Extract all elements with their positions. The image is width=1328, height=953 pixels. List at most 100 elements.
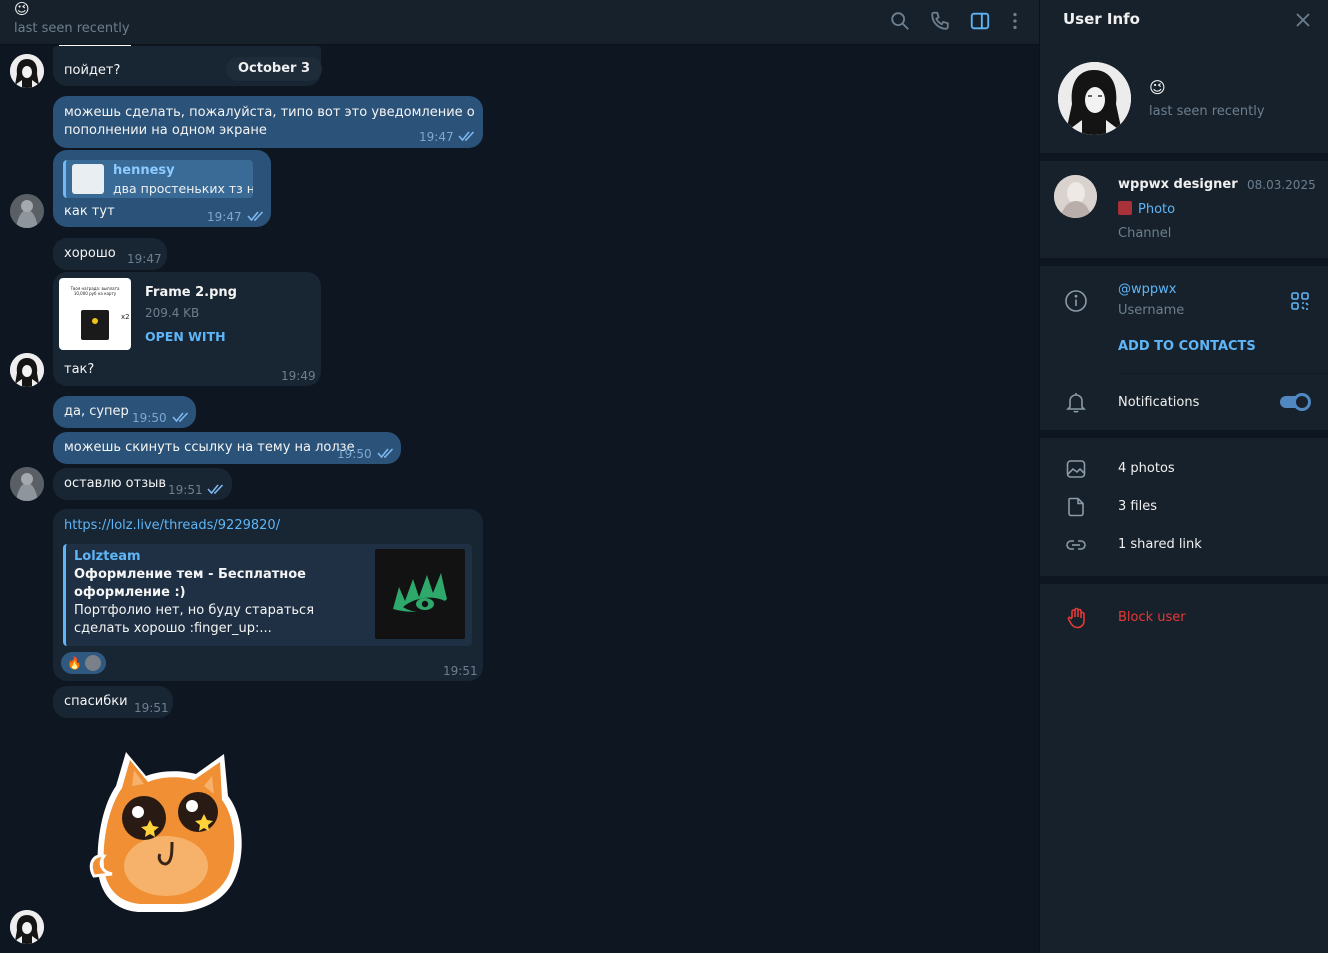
message-link[interactable]: https://lolz.live/threads/9229820/ bbox=[64, 517, 280, 535]
qr-code-icon[interactable] bbox=[1288, 289, 1312, 313]
sidebar-toggle-icon[interactable] bbox=[969, 10, 991, 32]
message-bubble-in[interactable]: оставлю отзыв 19:51 bbox=[53, 468, 232, 500]
message-text: хорошо bbox=[64, 246, 116, 261]
message-bubble-out[interactable]: hennesy два простеньких тз н... как тут … bbox=[53, 150, 271, 227]
photo-icon bbox=[1064, 457, 1088, 481]
file-name: Frame 2.png bbox=[145, 285, 237, 300]
message-text-line2: пополнении на одном экране bbox=[64, 123, 267, 138]
close-icon[interactable] bbox=[1294, 11, 1312, 29]
row-divider bbox=[1118, 373, 1328, 374]
avatar[interactable] bbox=[10, 353, 44, 387]
avatar[interactable] bbox=[10, 194, 44, 228]
shared-files-link[interactable]: 3 files bbox=[1118, 499, 1157, 514]
chat-area: 😉 last seen recently пойдет? October 3 м… bbox=[0, 0, 1039, 953]
date-separator: October 3 bbox=[226, 57, 323, 81]
message-time: 19:50 bbox=[337, 447, 372, 461]
shared-links-link[interactable]: 1 shared link bbox=[1118, 537, 1202, 552]
read-ticks-icon bbox=[377, 447, 395, 459]
reactor-avatar bbox=[85, 655, 101, 671]
message-text: как тут bbox=[64, 204, 115, 219]
section-divider bbox=[1040, 153, 1328, 161]
channel-last-message-text: Photo bbox=[1138, 202, 1176, 217]
link-preview-description: Портфолио нет, но буду стараться сделать… bbox=[74, 603, 315, 636]
file-thumb-text: Твоя награда: выплата 10,000 руб на карт… bbox=[70, 286, 120, 296]
message-time: 19:47 bbox=[127, 252, 162, 266]
message-text: спасибки bbox=[64, 694, 128, 709]
message-text: пойдет? bbox=[64, 63, 121, 78]
reply-author: hennesy bbox=[113, 163, 175, 178]
fire-reaction: 🔥 bbox=[67, 656, 82, 670]
shared-photos-link[interactable]: 4 photos bbox=[1118, 461, 1175, 476]
reply-thumbnail bbox=[72, 164, 104, 194]
header-emoji: 😉 bbox=[14, 0, 30, 18]
block-hand-icon bbox=[1064, 606, 1088, 630]
channel-type: Channel bbox=[1118, 226, 1172, 241]
message-time: 19:49 bbox=[281, 369, 316, 383]
section-divider bbox=[1040, 258, 1328, 266]
channel-date: 08.03.2025 bbox=[1247, 178, 1316, 192]
message-bubble-in[interactable]: спасибки 19:51 bbox=[53, 686, 173, 718]
reply-text: два простеньких тз н... bbox=[113, 181, 253, 196]
reaction-pill[interactable]: 🔥 bbox=[61, 652, 106, 674]
channel-avatar[interactable] bbox=[1054, 175, 1097, 218]
message-bubble-out[interactable]: можешь сделать, пожалуйста, типо вот это… bbox=[53, 96, 483, 148]
more-vert-icon[interactable] bbox=[1004, 10, 1026, 32]
reply-quote[interactable]: hennesy два простеньких тз н... bbox=[63, 160, 253, 198]
section-divider bbox=[1040, 430, 1328, 438]
bell-icon bbox=[1064, 390, 1088, 414]
message-text: оставлю отзыв bbox=[64, 476, 167, 491]
message-text: можешь скинуть ссылку на тему на лолзе bbox=[64, 440, 355, 455]
header-status: last seen recently bbox=[14, 21, 130, 36]
link-preview-title: Оформление тем - Бесплатное оформление :… bbox=[74, 567, 306, 600]
user-info-panel: User Info 😉 last seen recently wppwx des… bbox=[1039, 0, 1328, 953]
notifications-toggle[interactable] bbox=[1280, 393, 1311, 411]
message-bubble-in[interactable]: Твоя награда: выплата 10,000 руб на карт… bbox=[53, 272, 321, 386]
message-bubble-out[interactable]: да, супер 19:50 bbox=[53, 396, 196, 428]
block-user-button[interactable]: Block user bbox=[1118, 610, 1186, 625]
phone-icon[interactable] bbox=[929, 10, 951, 32]
message-time: 19:47 bbox=[419, 130, 454, 144]
link-preview-site: Lolzteam bbox=[74, 549, 141, 564]
profile-avatar[interactable] bbox=[1058, 62, 1131, 135]
message-text: так? bbox=[64, 362, 95, 377]
file-icon bbox=[1064, 495, 1088, 519]
profile-emoji: 😉 bbox=[1149, 78, 1166, 97]
search-icon[interactable] bbox=[889, 10, 911, 32]
file-thumbnail[interactable]: Твоя награда: выплата 10,000 руб на карт… bbox=[59, 278, 131, 350]
message-time: 19:47 bbox=[207, 210, 242, 224]
read-ticks-icon bbox=[207, 483, 225, 495]
open-with-button[interactable]: OPEN WITH bbox=[145, 328, 226, 346]
profile-status: last seen recently bbox=[1149, 104, 1265, 119]
info-icon bbox=[1064, 289, 1088, 313]
section-divider bbox=[1040, 576, 1328, 584]
notifications-label: Notifications bbox=[1118, 395, 1200, 410]
message-time: 19:50 bbox=[132, 411, 167, 425]
link-preview-image bbox=[375, 549, 465, 639]
message-time: 19:51 bbox=[168, 483, 203, 497]
message-time: 19:51 bbox=[443, 664, 478, 678]
read-ticks-icon bbox=[247, 210, 265, 222]
file-thumb-phone bbox=[81, 310, 109, 340]
username-value[interactable]: @wppwx bbox=[1118, 282, 1176, 297]
channel-last-message: Photo bbox=[1118, 201, 1175, 217]
username-caption: Username bbox=[1118, 303, 1185, 318]
chat-header[interactable]: 😉 last seen recently bbox=[0, 0, 1039, 45]
add-to-contacts-button[interactable]: ADD TO CONTACTS bbox=[1118, 339, 1256, 354]
photo-thumbnail bbox=[1118, 201, 1132, 215]
avatar[interactable] bbox=[10, 910, 44, 944]
read-ticks-icon bbox=[458, 130, 476, 142]
file-thumb-badge: x2 bbox=[121, 313, 130, 321]
channel-name[interactable]: wppwx designer bbox=[1118, 177, 1238, 192]
cat-sticker[interactable] bbox=[86, 746, 246, 916]
avatar[interactable] bbox=[10, 54, 44, 88]
link-icon bbox=[1064, 533, 1088, 557]
lolzteam-logo bbox=[393, 573, 447, 612]
panel-title: User Info bbox=[1063, 10, 1140, 28]
message-bubble-in[interactable]: https://lolz.live/threads/9229820/ Lolzt… bbox=[53, 509, 483, 681]
message-text-line1: можешь сделать, пожалуйста, типо вот это… bbox=[64, 105, 475, 120]
message-bubble-in[interactable]: хорошо 19:47 bbox=[53, 238, 167, 270]
link-preview[interactable]: Lolzteam Оформление тем - Бесплатное офо… bbox=[63, 544, 472, 646]
avatar[interactable] bbox=[10, 467, 44, 501]
file-size: 209.4 KB bbox=[145, 306, 200, 320]
message-bubble-out[interactable]: можешь скинуть ссылку на тему на лолзе 1… bbox=[53, 432, 401, 464]
